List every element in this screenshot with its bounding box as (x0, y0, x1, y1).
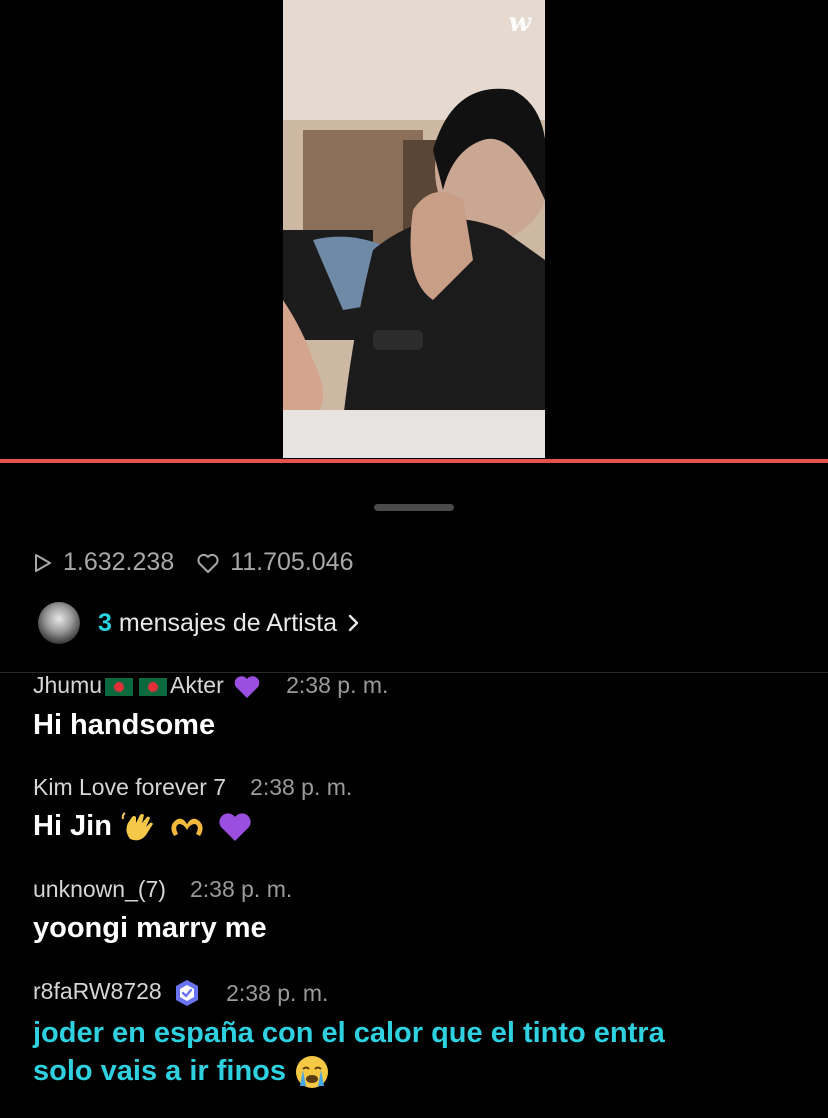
chat-message: Jhumu Akter 2:38 p. m. Hi handsome (33, 672, 803, 744)
bangladesh-flag-icon (105, 677, 134, 696)
chat-username[interactable]: Kim Love forever 7 (33, 774, 226, 801)
video-player[interactable]: w (0, 0, 828, 460)
video-progress-bar[interactable] (0, 459, 828, 463)
chat-text-line-row: solo vais a ir finos (33, 1052, 803, 1090)
like-count-value: 11.705.046 (230, 548, 354, 576)
crying-face-icon (296, 1056, 329, 1089)
chat-text: Hi handsome (33, 708, 216, 741)
chat-username[interactable]: r8faRW8728 (33, 978, 202, 1008)
weverse-logo: w (508, 8, 531, 38)
video-frame[interactable]: w (283, 0, 545, 458)
play-count: 1.632.238 (33, 548, 174, 577)
chat-text: yoongi marry me (33, 912, 267, 944)
chat-username-text: r8faRW8728 (33, 978, 162, 1005)
artist-message-count: 3 (98, 608, 112, 637)
chat-message-header: unknown_(7) 2:38 p. m. (33, 876, 803, 903)
chat-message: unknown_(7) 2:38 p. m. yoongi marry me (33, 876, 803, 947)
chat-timestamp: 2:38 p. m. (250, 774, 353, 800)
chat-username-part: Jhumu (33, 672, 103, 698)
chat-username[interactable]: Jhumu Akter (33, 672, 262, 700)
chat-timestamp: 2:38 p. m. (286, 672, 389, 699)
artist-avatar (38, 602, 80, 644)
bangladesh-flag-icon (139, 677, 168, 696)
artist-messages-link[interactable]: 3 mensajes de Artista (38, 602, 361, 644)
chat-username[interactable]: unknown_(7) (33, 876, 166, 903)
chat-text: Hi Jin (33, 810, 112, 842)
chat-message: Kim Love forever 7 2:38 p. m. Hi Jin (33, 774, 803, 845)
chat-timestamp: 2:38 p. m. (226, 979, 329, 1006)
purple-heart-icon (234, 676, 260, 698)
artist-messages-label: mensajes de Artista (118, 608, 338, 637)
chevron-right-icon (348, 614, 359, 632)
chat-text-row: Hi Jin (33, 807, 803, 845)
membership-badge-icon (176, 980, 199, 1006)
heart-outline-icon (197, 553, 219, 573)
chat-timestamp: 2:38 p. m. (189, 876, 293, 902)
chat-username-part: Akter (170, 672, 224, 698)
chat-text-block: joder en españa con el calor que el tint… (33, 1014, 803, 1090)
chat-message-header: Kim Love forever 7 2:38 p. m. (33, 774, 803, 801)
play-count-value: 1.632.238 (63, 548, 175, 576)
chat-message: r8faRW8728 2:38 p. m. joder en españa co… (33, 978, 803, 1090)
heart-hands-icon (171, 819, 203, 837)
sheet-drag-handle[interactable] (374, 504, 454, 511)
chat-message-header: r8faRW8728 2:38 p. m. (33, 978, 803, 1008)
chat-message-header: Jhumu Akter 2:38 p. m. (33, 672, 803, 700)
video-still-image (283, 0, 545, 458)
like-count: 11.705.046 (196, 548, 354, 577)
play-outline-icon (35, 553, 51, 572)
purple-heart-icon (219, 813, 251, 842)
chat-text-line: joder en españa con el calor que el tint… (33, 1017, 665, 1049)
waving-hand-icon (121, 812, 154, 841)
chat-text-line: solo vais a ir finos (33, 1055, 287, 1087)
video-stats: 1.632.238 11.705.046 (33, 548, 376, 577)
